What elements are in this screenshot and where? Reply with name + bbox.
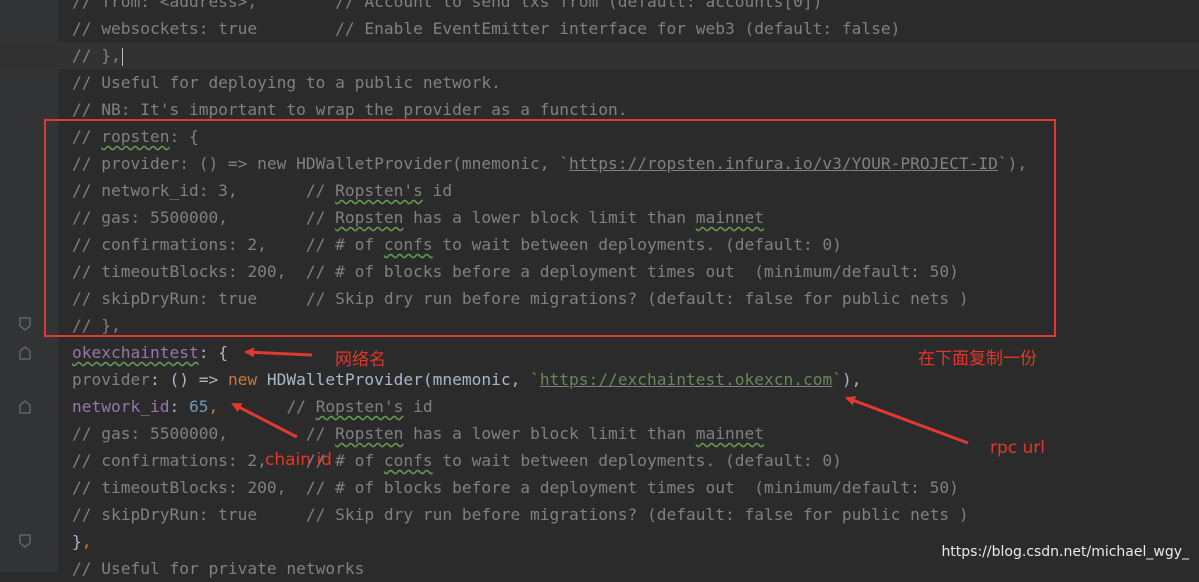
code-line[interactable]: // timeoutBlocks: 200, // # of blocks be… (72, 474, 1199, 501)
annotation-copy-below: 在下面复制一份 (918, 349, 1037, 369)
code-token: ` (832, 370, 842, 389)
code-token: // websockets: true // Enable EventEmitt… (72, 19, 901, 38)
code-token: : (169, 397, 189, 416)
code-token: provider (72, 370, 150, 389)
annotation-chain-id: chain id (265, 450, 332, 470)
code-token: (mnemonic, (422, 370, 531, 389)
code-token: , (208, 397, 219, 416)
fold-marker-icon[interactable] (19, 400, 31, 414)
code-token: has a lower block limit than (403, 424, 696, 443)
code-token: // gas: 5500000, // (72, 424, 336, 443)
code-token: confs (383, 451, 433, 470)
code-token: ), (841, 370, 862, 389)
highlight-box (44, 119, 1056, 337)
code-token: // Useful for deploying to a public netw… (72, 73, 501, 92)
code-token: // }, (72, 46, 121, 65)
code-line[interactable]: // Useful for deploying to a public netw… (72, 69, 1199, 96)
code-token: // Useful for private networks (72, 559, 365, 578)
code-token: to wait between deployments. (default: 0… (432, 451, 842, 470)
code-token: , (81, 532, 92, 551)
code-line[interactable]: // from: <address>, // Account to send t… (72, 0, 1199, 15)
code-token: new (227, 370, 267, 389)
code-token: : () => (149, 370, 228, 389)
annotation-network-name: 网络名 (335, 350, 386, 370)
code-line[interactable]: network_id: 65, // Ropsten's id (72, 393, 1199, 420)
fold-marker-icon[interactable] (19, 346, 31, 360)
text-caret (121, 47, 124, 66)
code-line[interactable]: provider: () => new HDWalletProvider(mne… (72, 366, 1199, 393)
fold-marker-icon[interactable] (19, 534, 31, 548)
code-token: Ropsten's (315, 397, 404, 416)
code-token: // from: <address>, // Account to send t… (72, 0, 823, 11)
code-line[interactable]: // websockets: true // Enable EventEmitt… (72, 15, 1199, 42)
code-token: } (72, 532, 82, 551)
code-token: ` (530, 370, 540, 389)
code-token: // NB: It's important to wrap the provid… (72, 100, 628, 119)
annotation-rpc-url: rpc url (990, 438, 1046, 458)
code-line[interactable]: // skipDryRun: true // Skip dry run befo… (72, 501, 1199, 528)
code-token: HDWalletProvider (266, 370, 423, 389)
code-token: : { (198, 343, 228, 362)
code-token: Ropsten (335, 424, 404, 443)
code-token: mainnet (695, 424, 764, 443)
code-token: // confirmations: 2, // # of (72, 451, 384, 470)
code-token: https://exchaintest.okexcn.com (539, 370, 833, 389)
watermark: https://blog.csdn.net/michael_wgy_ (941, 544, 1189, 560)
code-token: // timeoutBlocks: 200, // # of blocks be… (72, 478, 959, 497)
code-token: 65 (188, 397, 209, 416)
fold-marker-icon[interactable] (19, 317, 31, 331)
code-token: okexchaintest (72, 343, 199, 362)
code-token: // (218, 397, 316, 416)
code-token: // skipDryRun: true // Skip dry run befo… (72, 505, 969, 524)
code-line[interactable]: // }, (0, 42, 1199, 69)
code-token: id (403, 397, 433, 416)
code-token: network_id (72, 397, 170, 416)
